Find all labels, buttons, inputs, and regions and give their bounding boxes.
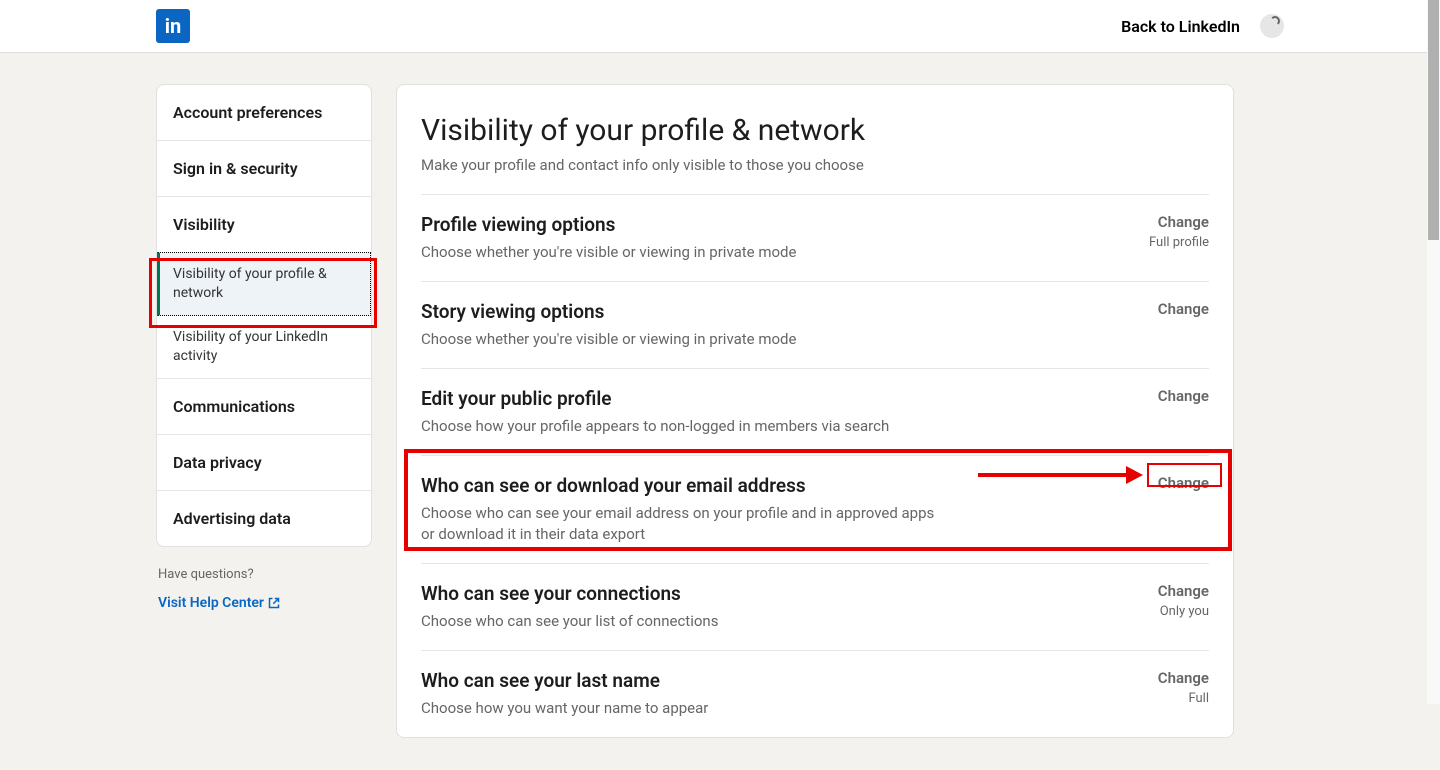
setting-story-viewing-options[interactable]: Story viewing options Choose whether you… xyxy=(421,281,1209,368)
scrollbar-track[interactable] xyxy=(1427,0,1440,704)
setting-title: Who can see or download your email addre… xyxy=(421,474,941,497)
change-link[interactable]: Change xyxy=(1158,669,1209,687)
setting-value: Full profile xyxy=(1149,235,1209,250)
setting-desc: Choose who can see your email address on… xyxy=(421,503,941,545)
sidebar-item-advertising-data[interactable]: Advertising data xyxy=(157,491,371,546)
page-subtitle: Make your profile and contact info only … xyxy=(421,156,1209,174)
setting-edit-public-profile[interactable]: Edit your public profile Choose how your… xyxy=(421,368,1209,455)
change-link[interactable]: Change xyxy=(1158,300,1209,318)
setting-desc: Choose how your profile appears to non-l… xyxy=(421,416,1134,437)
setting-who-can-see-last-name[interactable]: Who can see your last name Choose how yo… xyxy=(421,650,1209,737)
sidebar-item-data-privacy[interactable]: Data privacy xyxy=(157,435,371,491)
linkedin-logo-icon[interactable]: in xyxy=(156,9,190,43)
setting-title: Story viewing options xyxy=(421,300,1134,323)
scrollbar-thumb[interactable] xyxy=(1428,0,1439,240)
change-link[interactable]: Change xyxy=(1149,213,1209,231)
avatar[interactable] xyxy=(1260,14,1284,38)
visit-help-center-link[interactable]: Visit Help Center xyxy=(158,595,280,611)
setting-who-can-see-connections[interactable]: Who can see your connections Choose who … xyxy=(421,563,1209,650)
setting-title: Who can see your connections xyxy=(421,582,1134,605)
setting-title: Who can see your last name xyxy=(421,669,1134,692)
external-link-icon xyxy=(268,597,280,609)
sidebar-footer: Have questions? Visit Help Center xyxy=(156,567,372,611)
header: in Back to LinkedIn xyxy=(0,0,1440,52)
sidebar-item-visibility[interactable]: Visibility xyxy=(157,197,371,252)
sidebar-item-sign-in-security[interactable]: Sign in & security xyxy=(157,141,371,197)
main-panel: Visibility of your profile & network Mak… xyxy=(396,84,1234,738)
change-link[interactable]: Change xyxy=(1158,387,1209,405)
setting-desc: Choose how you want your name to appear xyxy=(421,698,1134,719)
sidebar-item-communications[interactable]: Communications xyxy=(157,379,371,435)
sidebar-subitem-visibility-linkedin-activity[interactable]: Visibility of your LinkedIn activity xyxy=(157,316,371,379)
setting-desc: Choose whether you're visible or viewing… xyxy=(421,242,1125,263)
change-link[interactable]: Change xyxy=(1158,474,1209,492)
header-right: Back to LinkedIn xyxy=(1121,14,1284,38)
setting-title: Profile viewing options xyxy=(421,213,1125,236)
help-link-label: Visit Help Center xyxy=(158,595,264,611)
sidebar-item-account-preferences[interactable]: Account preferences xyxy=(157,85,371,141)
sidebar: Account preferences Sign in & security V… xyxy=(156,84,372,738)
back-to-linkedin-link[interactable]: Back to LinkedIn xyxy=(1121,17,1240,36)
sidebar-card: Account preferences Sign in & security V… xyxy=(156,84,372,547)
setting-who-can-see-email[interactable]: Who can see or download your email addre… xyxy=(421,455,1209,563)
change-link[interactable]: Change xyxy=(1158,582,1209,600)
setting-desc: Choose who can see your list of connecti… xyxy=(421,611,1134,632)
setting-title: Edit your public profile xyxy=(421,387,1134,410)
setting-desc: Choose whether you're visible or viewing… xyxy=(421,329,1134,350)
container: Account preferences Sign in & security V… xyxy=(0,52,1440,770)
setting-profile-viewing-options[interactable]: Profile viewing options Choose whether y… xyxy=(421,194,1209,281)
sidebar-footer-question: Have questions? xyxy=(158,567,370,582)
setting-value: Only you xyxy=(1158,604,1209,619)
sidebar-subitem-visibility-profile-network[interactable]: Visibility of your profile & network xyxy=(157,252,371,316)
page-title: Visibility of your profile & network xyxy=(421,113,1209,148)
